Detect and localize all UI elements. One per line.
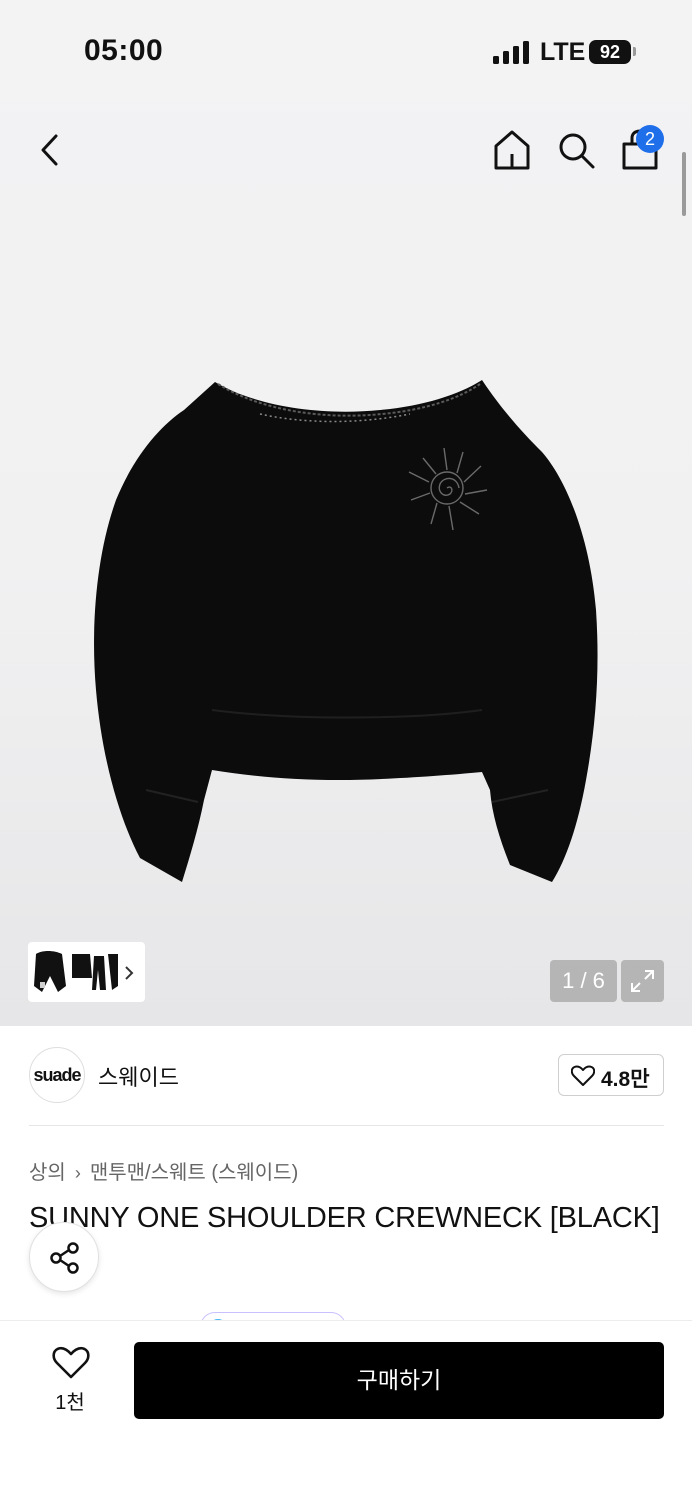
breadcrumb: 상의 › 맨투맨/스웨트 (스웨이드) [29,1156,298,1185]
product-title: SUNNY ONE SHOULDER CREWNECK [BLACK] [29,1202,660,1234]
breadcrumb-subcategory[interactable]: 맨투맨/스웨트 (스웨이드) [90,1162,298,1184]
brand-like-button[interactable]: 4.8만 [558,1054,664,1096]
battery-icon: 92 [589,40,631,64]
back-icon[interactable] [36,131,66,169]
expand-icon [631,970,654,992]
status-bar: 05:00 LTE 92 [0,0,692,100]
network-type: LTE [540,38,586,66]
thumbnail-image[interactable] [32,946,124,998]
scrollbar[interactable] [682,152,686,216]
battery-tip [633,47,636,56]
home-icon[interactable] [492,128,532,172]
brand-name[interactable]: 스웨이드 [98,1060,179,1092]
share-icon [50,1242,79,1274]
search-icon[interactable] [556,130,596,170]
breadcrumb-category[interactable]: 상의 [29,1162,66,1184]
heart-icon [571,1065,595,1086]
share-button[interactable] [29,1222,99,1292]
chevron-right-icon[interactable] [122,963,136,983]
divider [29,1125,664,1126]
wishlist-heart-icon[interactable] [52,1346,90,1380]
buy-button[interactable]: 구매하기 [134,1342,664,1419]
signal-strength-icon [493,40,529,64]
status-time: 05:00 [84,34,164,67]
cart-count-badge: 2 [636,125,664,153]
chevron-right-icon: › [74,1163,81,1183]
brand-logo[interactable]: suade [29,1047,85,1103]
product-image[interactable] [90,370,600,900]
expand-button[interactable] [621,960,664,1002]
wishlist-count: 1천 [55,1392,85,1414]
image-counter: 1 / 6 [550,960,617,1002]
brand-like-count: 4.8만 [601,1068,650,1091]
